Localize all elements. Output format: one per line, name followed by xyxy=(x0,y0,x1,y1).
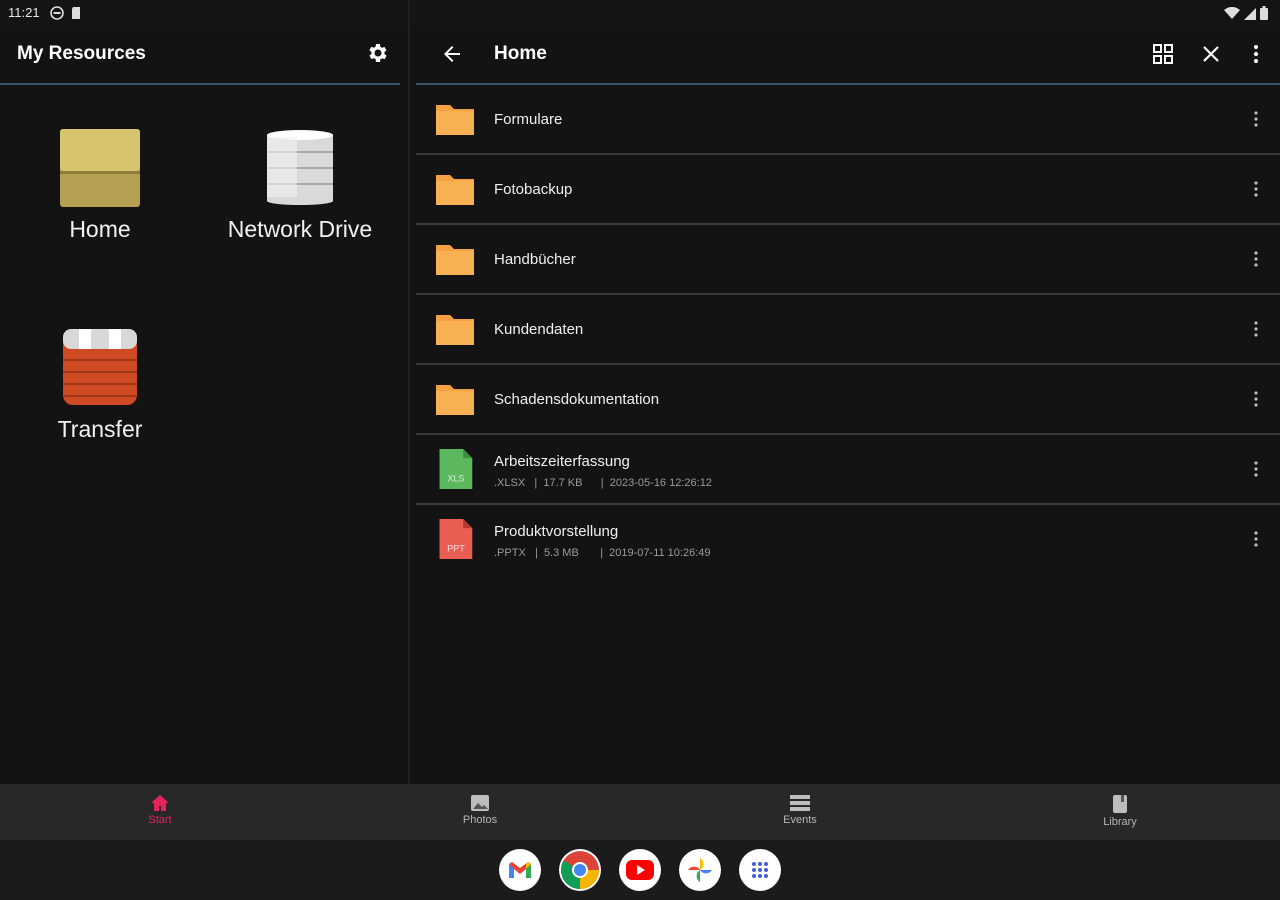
gmail-icon[interactable] xyxy=(499,849,541,891)
resources-pane: My Resources Home Network Drive Transfer xyxy=(0,26,408,784)
item-date: 2023-05-16 12:26:12 xyxy=(609,477,712,489)
nav-label: Start xyxy=(148,814,172,826)
app-dock xyxy=(0,840,1280,900)
close-icon[interactable] xyxy=(1199,42,1223,66)
resource-label: Transfer xyxy=(57,416,143,442)
item-size: 5.3 MB xyxy=(543,547,579,559)
list-item[interactable]: XLS Arbeitszeiterfassung .XLSX | 17.7 KB… xyxy=(416,435,1280,505)
home-icon xyxy=(151,795,169,811)
battery-icon xyxy=(1260,6,1268,20)
item-meta: .XLSX | 17.7 KB | 2023-05-16 12:26:12 xyxy=(494,477,712,489)
item-menu-icon[interactable] xyxy=(1251,459,1261,479)
chrome-icon[interactable] xyxy=(559,849,601,891)
nav-label: Library xyxy=(1103,816,1137,828)
resource-home[interactable]: Home xyxy=(0,122,200,243)
more-vert-icon[interactable] xyxy=(1248,42,1264,66)
item-menu-icon[interactable] xyxy=(1251,179,1261,199)
status-time: 11:21 xyxy=(8,5,40,20)
folder-icon xyxy=(436,385,474,415)
resources-header: My Resources xyxy=(0,26,400,85)
list-item[interactable]: PPT Produktvorstellung .PPTX | 5.3 MB | … xyxy=(416,505,1280,573)
nav-label: Events xyxy=(783,814,817,826)
list-item[interactable]: Handbücher xyxy=(416,225,1280,295)
resource-network-drive[interactable]: Network Drive xyxy=(200,122,400,243)
item-ext: .PPTX xyxy=(494,547,526,559)
file-badge: PPT xyxy=(447,544,465,554)
apps-grid-icon[interactable] xyxy=(739,849,781,891)
signal-icon xyxy=(1244,7,1256,20)
nav-events[interactable]: Events xyxy=(720,784,880,840)
database-icon xyxy=(267,130,333,205)
item-name: Produktvorstellung xyxy=(494,523,619,540)
file-list: Formulare Fotobackup Handbücher Kundenda… xyxy=(416,85,1280,573)
back-arrow-icon[interactable] xyxy=(440,42,464,66)
resources-title: My Resources xyxy=(17,43,146,64)
ppt-file-icon: PPT xyxy=(439,519,473,559)
item-name: Arbeitszeiterfassung xyxy=(494,453,630,470)
item-name: Formulare xyxy=(494,111,563,128)
nav-photos[interactable]: Photos xyxy=(400,784,560,840)
item-name: Kundendaten xyxy=(494,321,584,338)
item-name: Schadensdokumentation xyxy=(494,391,660,408)
list-item[interactable]: Fotobackup xyxy=(416,155,1280,225)
item-menu-icon[interactable] xyxy=(1251,319,1261,339)
home-box-icon xyxy=(60,129,140,207)
transfer-box-icon xyxy=(63,329,137,405)
nav-label: Photos xyxy=(462,814,498,826)
item-name: Handbücher xyxy=(494,251,576,268)
resource-label: Network Drive xyxy=(227,216,373,242)
nav-library[interactable]: Library xyxy=(1040,784,1200,840)
sim-icon xyxy=(72,7,80,19)
file-browser-pane: Home Formulare Fotobackup Handbücher Kun… xyxy=(410,26,1280,784)
item-ext: .XLSX xyxy=(494,477,526,489)
item-menu-icon[interactable] xyxy=(1251,389,1261,409)
nav-start[interactable]: Start xyxy=(80,784,240,840)
resource-label: Home xyxy=(69,216,131,242)
item-menu-icon[interactable] xyxy=(1251,109,1261,129)
bottom-navigation: Start Photos Events Library xyxy=(0,784,1280,840)
photo-icon xyxy=(471,795,489,811)
item-menu-icon[interactable] xyxy=(1251,529,1261,549)
folder-icon xyxy=(436,245,474,275)
photos-icon[interactable] xyxy=(679,849,721,891)
book-icon xyxy=(1113,795,1127,813)
grid-view-icon[interactable] xyxy=(1151,42,1175,66)
list-item[interactable]: Schadensdokumentation xyxy=(416,365,1280,435)
status-bar: 11:21 xyxy=(0,0,1280,26)
list-icon xyxy=(790,795,810,811)
item-size: 17.7 KB xyxy=(543,477,583,489)
item-menu-icon[interactable] xyxy=(1251,249,1261,269)
folder-icon xyxy=(436,175,474,205)
page-title: Home xyxy=(494,43,547,64)
gear-icon[interactable] xyxy=(365,41,389,65)
dnd-icon xyxy=(50,6,64,20)
file-badge: XLS xyxy=(447,474,464,484)
resource-transfer[interactable]: Transfer xyxy=(0,322,200,443)
item-date: 2019-07-11 10:26:49 xyxy=(609,547,711,559)
xls-file-icon: XLS xyxy=(439,449,473,489)
wifi-icon xyxy=(1224,6,1240,19)
item-name: Fotobackup xyxy=(494,181,573,198)
item-meta: .PPTX | 5.3 MB | 2019-07-11 10:26:49 xyxy=(494,547,711,559)
file-browser-header: Home xyxy=(416,26,1280,85)
folder-icon xyxy=(436,105,474,135)
youtube-icon[interactable] xyxy=(619,849,661,891)
list-item[interactable]: Formulare xyxy=(416,85,1280,155)
folder-icon xyxy=(436,315,474,345)
list-item[interactable]: Kundendaten xyxy=(416,295,1280,365)
